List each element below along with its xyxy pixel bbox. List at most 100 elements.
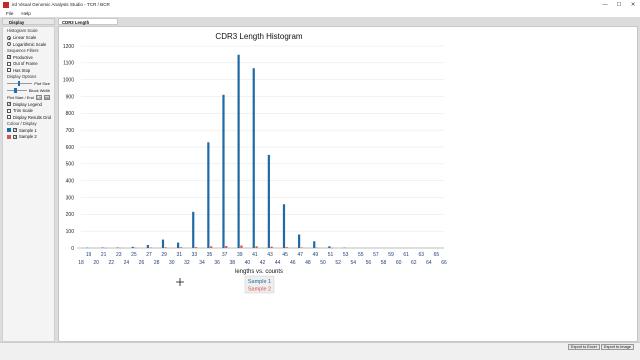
sample2-option[interactable]: ✓ Sample 2 (7, 134, 50, 141)
x-tick-label: 54 (350, 260, 356, 266)
menu-bar: File Help (0, 9, 640, 17)
has-stop-checkbox[interactable] (7, 68, 11, 73)
x-tick-label: 40 (245, 260, 251, 266)
x-tick-label: 62 (411, 260, 417, 266)
display-legend-checkbox[interactable]: ✓ (7, 102, 11, 107)
menu-help[interactable]: Help (21, 11, 30, 16)
crosshair-cursor-icon (176, 278, 184, 286)
x-tick-label: 57 (373, 252, 379, 258)
sample1-checkbox[interactable]: ✓ (13, 128, 17, 133)
x-tick-label: 47 (298, 252, 304, 258)
x-tick-label: 44 (275, 260, 281, 266)
x-tick-label: 63 (419, 252, 425, 258)
chart-title: CDR3 Length Histogram (215, 32, 302, 41)
bar-sample1 (282, 204, 286, 248)
x-tick-label: 35 (207, 252, 213, 258)
bar-sample2 (240, 245, 243, 248)
export-excel-button[interactable]: Export to Excel (568, 344, 600, 350)
trim-scale-checkbox[interactable] (7, 108, 11, 113)
close-icon[interactable]: ✕ (626, 0, 640, 9)
block-width-row: Block Width (7, 87, 50, 94)
y-tick-label: 1000 (63, 77, 74, 83)
x-tick-label: 51 (328, 252, 334, 258)
block-width-slider[interactable] (7, 88, 27, 93)
sample2-checkbox[interactable]: ✓ (13, 134, 17, 139)
x-tick-label: 32 (184, 260, 190, 266)
x-tick-label: 30 (169, 260, 175, 266)
x-tick-label: 66 (441, 260, 447, 266)
bar-sample1 (161, 239, 165, 248)
linear-scale-radio[interactable] (7, 35, 11, 40)
x-tick-label: 23 (116, 252, 122, 258)
y-tick-label: 800 (66, 111, 75, 117)
bar-sample2 (255, 246, 258, 248)
bar-sample1 (192, 211, 195, 248)
y-tick-label: 900 (66, 94, 75, 100)
plot-end-input[interactable]: 66 (43, 95, 50, 100)
x-tick-label: 28 (154, 260, 160, 266)
x-tick-label: 43 (267, 252, 273, 258)
log-scale-radio[interactable] (7, 42, 11, 47)
bar-sample1 (177, 242, 180, 248)
trim-scale-label: Trim Scale (13, 108, 33, 114)
x-tick-label: 55 (358, 252, 364, 258)
out-of-frame-label: Out of Frame (13, 61, 38, 67)
plot-size-slider[interactable] (7, 81, 33, 86)
out-of-frame-checkbox[interactable] (7, 61, 11, 66)
y-tick-label: 300 (66, 195, 75, 201)
sample2-color-swatch[interactable] (7, 134, 11, 139)
bar-sample1 (146, 244, 149, 248)
block-width-label: Block Width (28, 88, 50, 93)
x-tick-label: 64 (426, 260, 432, 266)
status-bar: Export to Excel Export to Image (0, 342, 640, 360)
maximize-icon[interactable]: ☐ (612, 0, 626, 9)
bar-sample2 (210, 246, 213, 248)
sample1-color-swatch[interactable] (7, 128, 11, 133)
x-tick-label: 18 (78, 260, 84, 266)
x-tick-label: 19 (86, 252, 92, 258)
x-tick-label: 37 (222, 252, 228, 258)
has-stop-label: Has Stop (13, 67, 31, 73)
bar-sample2 (164, 247, 167, 248)
plot-size-slider-thumb[interactable] (17, 81, 21, 86)
menu-file[interactable]: File (6, 11, 13, 16)
bar-sample2 (285, 247, 288, 248)
x-tick-label: 65 (434, 252, 440, 258)
y-tick-label: 400 (66, 178, 75, 184)
app-logo-icon (3, 1, 9, 8)
bar-sample1 (207, 142, 210, 248)
x-tick-label: 27 (146, 252, 152, 258)
bar-sample1 (267, 154, 270, 248)
x-tick-label: 20 (93, 260, 99, 266)
x-tick-label: 42 (260, 260, 266, 266)
minimize-icon[interactable]: — (598, 0, 612, 9)
x-tick-label: 29 (161, 252, 167, 258)
x-tick-label: 26 (139, 260, 145, 266)
title-bar: ird Visual Genomic Analysis Studio - TCR… (0, 0, 640, 9)
y-tick-label: 600 (66, 145, 75, 151)
plot-size-row: Plot Size (7, 80, 50, 87)
x-tick-label: 33 (192, 252, 198, 258)
log-scale-option[interactable]: Logarithmic Scale (7, 41, 50, 48)
x-tick-label: 39 (237, 252, 243, 258)
x-tick-label: 21 (101, 252, 107, 258)
export-image-button[interactable]: Export to Image (601, 344, 634, 350)
x-tick-label: 52 (335, 260, 341, 266)
block-width-slider-thumb[interactable] (14, 88, 17, 93)
y-tick-label: 500 (66, 162, 75, 168)
display-results-grid-option[interactable]: Display Results Grid (7, 114, 51, 121)
display-results-grid-checkbox[interactable] (7, 115, 11, 120)
tab-cdr3-length[interactable]: CDR3 Length (58, 18, 118, 25)
x-tick-label: 41 (252, 252, 258, 258)
bar-sample2 (179, 247, 183, 248)
productive-checkbox[interactable]: ✓ (7, 55, 11, 60)
x-tick-label: 56 (366, 260, 372, 266)
linear-scale-label: Linear Scale (13, 35, 37, 41)
y-tick-label: 1200 (63, 44, 74, 50)
display-results-grid-label: Display Results Grid (13, 114, 51, 120)
plot-start-input[interactable]: 19 (35, 95, 42, 100)
x-tick-label: 48 (305, 260, 311, 266)
cdr3-histogram-chart: CDR3 Length Histogram 0 100 200 300 400 500 600… (63, 32, 447, 294)
y-tick-label: 700 (66, 128, 75, 134)
legend-sample2: Sample 2 (248, 287, 271, 293)
